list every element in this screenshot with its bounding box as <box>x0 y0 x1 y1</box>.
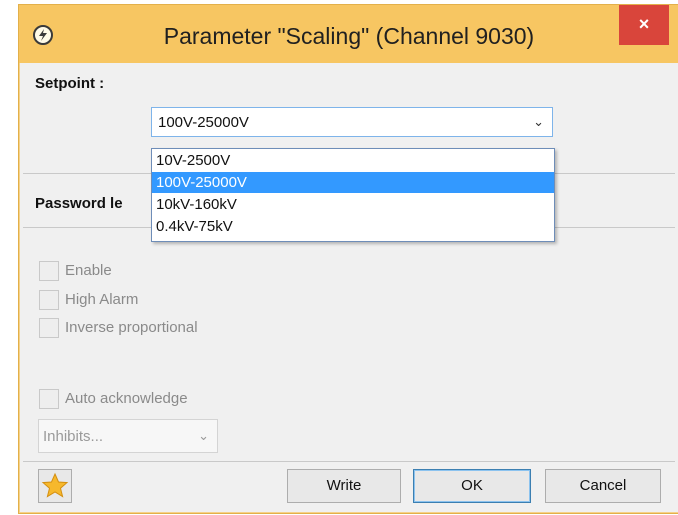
setpoint-combobox[interactable]: 100V-25000V ⌄ <box>151 107 553 137</box>
chevron-down-icon: ⌄ <box>198 428 209 443</box>
dropdown-option[interactable]: 10V-2500V <box>152 150 554 171</box>
dropdown-option-selected[interactable]: 100V-25000V <box>152 172 554 193</box>
auto-acknowledge-checkbox[interactable] <box>39 389 59 409</box>
high-alarm-checkbox[interactable] <box>39 290 59 310</box>
setpoint-label: Setpoint : <box>35 75 105 92</box>
cancel-button[interactable]: Cancel <box>545 469 661 503</box>
setpoint-dropdown-list: 10V-2500V 100V-25000V 10kV-160kV 0.4kV-7… <box>151 148 555 242</box>
auto-acknowledge-label: Auto acknowledge <box>65 390 188 407</box>
setpoint-selected-value: 100V-25000V <box>158 114 249 131</box>
chevron-down-icon[interactable]: ⌄ <box>533 114 544 130</box>
inverse-proportional-label: Inverse proportional <box>65 319 198 336</box>
close-button[interactable]: × <box>619 5 669 45</box>
dropdown-option[interactable]: 10kV-160kV <box>152 194 554 215</box>
enable-label: Enable <box>65 262 112 279</box>
enable-checkbox[interactable] <box>39 261 59 281</box>
password-level-label: Password le <box>35 195 123 212</box>
inverse-proportional-checkbox[interactable] <box>39 318 59 338</box>
star-icon <box>41 472 69 498</box>
dialog-window: Parameter "Scaling" (Channel 9030) × Set… <box>18 4 678 514</box>
ok-button[interactable]: OK <box>413 469 531 503</box>
high-alarm-label: High Alarm <box>65 291 139 308</box>
dropdown-option[interactable]: 0.4kV-75kV <box>152 216 554 237</box>
separator <box>23 461 675 462</box>
favorite-button[interactable] <box>38 469 72 503</box>
window-title: Parameter "Scaling" (Channel 9030) <box>163 23 535 49</box>
write-button[interactable]: Write <box>287 469 401 503</box>
close-icon: × <box>638 14 650 34</box>
inhibits-dropdown[interactable]: Inhibits... ⌄ <box>38 419 218 453</box>
title-bar[interactable]: Parameter "Scaling" (Channel 9030) × <box>19 5 678 63</box>
inhibits-value: Inhibits... <box>43 428 104 445</box>
dialog-body: Setpoint : 100V-25000V ⌄ Password le Ena… <box>23 63 675 509</box>
